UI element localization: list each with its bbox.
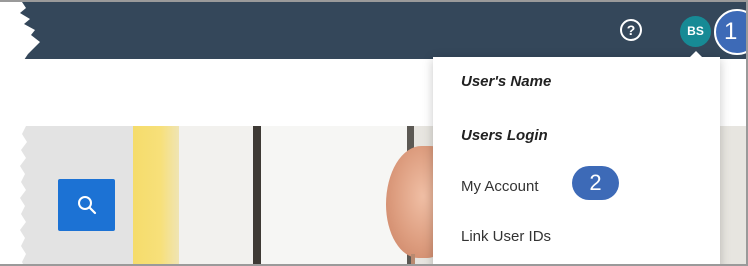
user-dropdown-menu: User's Name Users Login My Account Link … (433, 57, 720, 264)
screenshot-frame: ? BS 1 User's Name Users Login My Accoun… (0, 0, 748, 266)
dropdown-caret (688, 51, 704, 59)
hero-light-panel (179, 126, 257, 264)
menu-item-my-account[interactable]: My Account (461, 178, 539, 195)
hero-lamp-stem (411, 254, 415, 264)
callout-step-2: 2 (572, 166, 619, 200)
help-icon[interactable]: ? (620, 19, 642, 41)
hero-dark-post (253, 126, 261, 264)
torn-edge (0, 2, 40, 264)
search-button[interactable] (58, 179, 115, 231)
top-navigation-bar: ? BS 1 (0, 2, 746, 59)
callout-step-1: 1 (714, 9, 746, 55)
user-avatar-button[interactable]: BS (680, 16, 711, 47)
menu-item-link-user-ids[interactable]: Link User IDs (461, 228, 551, 245)
search-icon (78, 196, 97, 215)
user-name-label: User's Name (461, 73, 552, 90)
hero-yellow-panel (133, 126, 179, 264)
user-login-label: Users Login (461, 127, 548, 144)
